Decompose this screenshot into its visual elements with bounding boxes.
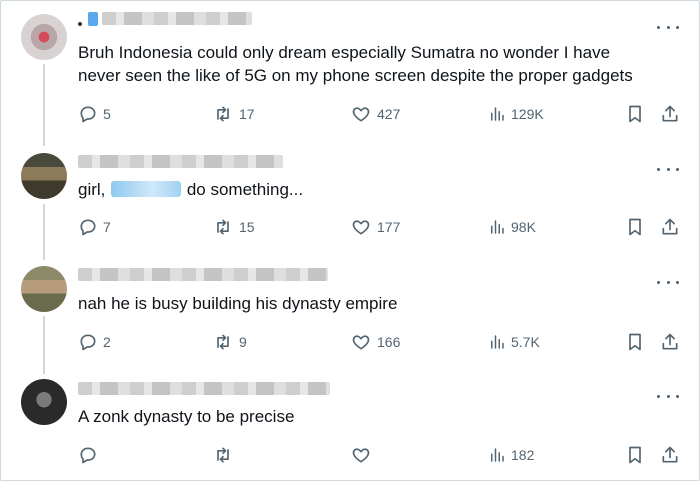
like-count: 427 [377, 106, 401, 122]
tweet[interactable]: girl, do something... 7 15 177 98K [0, 143, 700, 257]
bookmark-button[interactable] [625, 443, 645, 467]
views-icon [491, 448, 504, 462]
more-icon[interactable] [657, 275, 679, 289]
like-button[interactable] [350, 443, 377, 467]
views-count: 182 [511, 447, 535, 463]
avatar[interactable] [21, 14, 67, 60]
views-button[interactable]: 129K [488, 102, 544, 126]
repost-button[interactable] [212, 443, 239, 467]
bookmark-icon [629, 218, 641, 236]
views-count: 5.7K [511, 334, 540, 350]
share-icon [662, 105, 678, 122]
tweet-text-start: girl, [78, 180, 111, 199]
verified-badge-blurred [88, 12, 98, 26]
views-button[interactable]: 182 [488, 443, 534, 467]
repost-icon [217, 106, 229, 122]
more-icon[interactable] [657, 389, 679, 403]
tweet[interactable]: Bruh Indonesia could only dream especial… [0, 0, 700, 123]
repost-button[interactable]: 17 [212, 102, 255, 126]
avatar[interactable] [21, 379, 67, 425]
bookmark-button[interactable] [625, 215, 645, 239]
repost-count: 9 [239, 334, 247, 350]
more-icon[interactable] [657, 162, 679, 176]
reply-button[interactable] [78, 443, 103, 467]
like-icon [352, 220, 370, 235]
user-name-blurred[interactable] [102, 12, 252, 25]
reply-button[interactable]: 7 [78, 215, 111, 239]
like-icon [352, 107, 370, 122]
reply-icon [80, 447, 96, 464]
reply-count: 2 [103, 334, 111, 350]
reply-icon [80, 106, 96, 123]
like-count: 166 [377, 334, 401, 350]
share-icon [662, 333, 678, 350]
share-icon [662, 218, 678, 235]
user-name-blurred[interactable] [78, 268, 328, 281]
mention-blurred[interactable] [111, 181, 182, 197]
share-button[interactable] [660, 443, 680, 467]
views-icon [491, 107, 504, 121]
name-separator [78, 22, 82, 26]
like-button[interactable]: 427 [350, 102, 400, 126]
tweet-actions: 5 17 427 129K [78, 102, 680, 126]
avatar[interactable] [21, 266, 67, 312]
views-button[interactable]: 98K [488, 215, 536, 239]
tweet[interactable]: nah he is busy building his dynasty empi… [0, 257, 700, 371]
reply-icon [80, 334, 96, 351]
repost-button[interactable]: 9 [212, 330, 247, 354]
tweet-text: nah he is busy building his dynasty empi… [78, 294, 398, 313]
views-count: 129K [511, 106, 544, 122]
reply-count: 7 [103, 219, 111, 235]
reply-button[interactable]: 5 [78, 102, 111, 126]
bookmark-icon [629, 105, 641, 123]
user-name-blurred[interactable] [78, 155, 283, 168]
share-button[interactable] [660, 102, 680, 126]
tweet-actions: 2 9 166 5.7K [78, 330, 680, 354]
like-count: 177 [377, 219, 401, 235]
like-button[interactable]: 177 [350, 215, 400, 239]
share-button[interactable] [660, 215, 680, 239]
like-button[interactable]: 166 [350, 330, 400, 354]
tweet-text: A zonk dynasty to be precise [78, 407, 295, 426]
bookmark-button[interactable] [625, 330, 645, 354]
tweet-text: Bruh Indonesia could only dream especial… [78, 43, 633, 85]
views-icon [491, 335, 504, 349]
tweet[interactable]: A zonk dynasty to be precise 182 [0, 371, 700, 485]
tweet-text: girl, do something... [78, 178, 678, 201]
repost-icon [217, 334, 229, 350]
bookmark-icon [629, 333, 641, 351]
repost-icon [217, 447, 229, 463]
like-icon [352, 335, 370, 350]
bookmark-icon [629, 446, 641, 464]
views-button[interactable]: 5.7K [488, 330, 540, 354]
views-count: 98K [511, 219, 536, 235]
share-icon [662, 446, 678, 463]
repost-icon [217, 219, 229, 235]
reply-button[interactable]: 2 [78, 330, 111, 354]
repost-button[interactable]: 15 [212, 215, 255, 239]
more-icon[interactable] [657, 20, 679, 34]
reply-count: 5 [103, 106, 111, 122]
like-icon [352, 448, 370, 463]
share-button[interactable] [660, 330, 680, 354]
reply-icon [80, 219, 96, 236]
repost-count: 17 [239, 106, 255, 122]
tweet-text-end: do something... [182, 180, 304, 199]
tweet-actions: 182 [78, 443, 680, 467]
tweet-actions: 7 15 177 98K [78, 215, 680, 239]
repost-count: 15 [239, 219, 255, 235]
user-name-blurred[interactable] [78, 382, 330, 395]
views-icon [491, 220, 504, 234]
bookmark-button[interactable] [625, 102, 645, 126]
avatar[interactable] [21, 153, 67, 199]
